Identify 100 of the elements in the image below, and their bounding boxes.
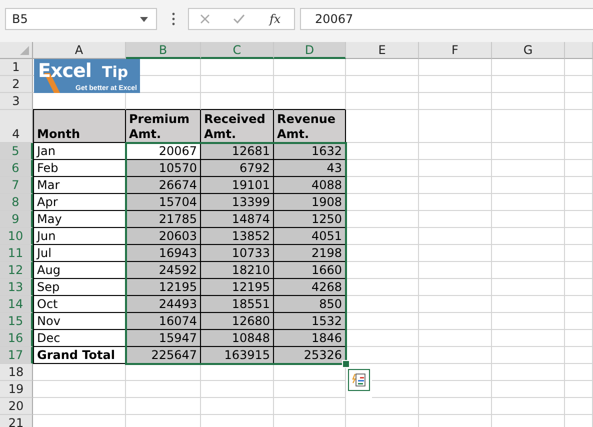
grid-cell[interactable] bbox=[492, 330, 565, 347]
grid-cell[interactable] bbox=[346, 211, 419, 228]
table-cell[interactable]: Jun bbox=[33, 228, 126, 245]
row-header[interactable]: 12 bbox=[0, 262, 33, 279]
insert-function-button[interactable]: fx bbox=[267, 12, 283, 26]
grid-cell[interactable] bbox=[274, 398, 346, 415]
fill-handle[interactable] bbox=[342, 360, 350, 368]
grid-cell[interactable] bbox=[346, 59, 419, 76]
grid-cell[interactable] bbox=[419, 93, 492, 110]
table-cell[interactable]: 4268 bbox=[274, 279, 346, 296]
table-cell[interactable]: 12681 bbox=[201, 143, 274, 160]
grid-cell[interactable] bbox=[346, 296, 419, 313]
table-cell[interactable]: 13399 bbox=[201, 194, 274, 211]
table-cell[interactable]: Grand Total bbox=[33, 347, 126, 364]
table-cell[interactable]: 26674 bbox=[126, 177, 201, 194]
grid-cell[interactable] bbox=[492, 347, 565, 364]
table-cell[interactable]: 1846 bbox=[274, 330, 346, 347]
table-cell[interactable]: Dec bbox=[33, 330, 126, 347]
name-box[interactable]: B5 bbox=[5, 8, 157, 30]
grid-cell[interactable] bbox=[372, 381, 419, 398]
grid-cell[interactable] bbox=[565, 347, 593, 364]
column-header[interactable]: E bbox=[346, 42, 419, 59]
grid-cell[interactable] bbox=[419, 76, 492, 93]
grid-cell[interactable] bbox=[492, 143, 565, 160]
table-cell[interactable]: 4088 bbox=[274, 177, 346, 194]
table-cell[interactable]: 6792 bbox=[201, 160, 274, 177]
grid-cell[interactable] bbox=[565, 76, 593, 93]
row-header[interactable]: 4 bbox=[0, 110, 33, 143]
table-cell[interactable]: 1660 bbox=[274, 262, 346, 279]
grid-cell[interactable] bbox=[126, 398, 201, 415]
select-all-corner[interactable] bbox=[0, 42, 33, 59]
grid-cell[interactable] bbox=[274, 59, 346, 76]
grid-cell[interactable] bbox=[201, 364, 274, 381]
table-cell[interactable]: Apr bbox=[33, 194, 126, 211]
grid-cell[interactable] bbox=[419, 296, 492, 313]
grid-cell[interactable] bbox=[565, 381, 593, 398]
grid-cell[interactable] bbox=[492, 279, 565, 296]
grid-cell[interactable] bbox=[419, 194, 492, 211]
grid-cell[interactable] bbox=[126, 381, 201, 398]
row-header[interactable]: 13 bbox=[0, 279, 33, 296]
grid-cell[interactable] bbox=[565, 279, 593, 296]
grid-cell[interactable] bbox=[419, 177, 492, 194]
more-options-icon[interactable] bbox=[171, 12, 176, 26]
grid-cell[interactable] bbox=[274, 76, 346, 93]
column-header[interactable]: C bbox=[201, 42, 274, 59]
table-cell[interactable]: 19101 bbox=[201, 177, 274, 194]
column-header[interactable]: F bbox=[419, 42, 492, 59]
table-cell[interactable]: 10570 bbox=[126, 160, 201, 177]
row-header[interactable]: 2 bbox=[0, 76, 33, 93]
table-cell[interactable]: 1908 bbox=[274, 194, 346, 211]
table-cell[interactable]: 2198 bbox=[274, 245, 346, 262]
grid-cell[interactable] bbox=[492, 245, 565, 262]
table-cell[interactable]: Sep bbox=[33, 279, 126, 296]
table-cell[interactable]: 225647 bbox=[126, 347, 201, 364]
grid-cell[interactable] bbox=[346, 330, 419, 347]
grid-cell[interactable] bbox=[419, 313, 492, 330]
grid-cell[interactable] bbox=[492, 177, 565, 194]
table-cell[interactable]: 1532 bbox=[274, 313, 346, 330]
grid-cell[interactable] bbox=[346, 398, 419, 415]
table-cell[interactable]: 43 bbox=[274, 160, 346, 177]
grid-cell[interactable] bbox=[346, 76, 419, 93]
table-cell[interactable]: 4051 bbox=[274, 228, 346, 245]
grid-cell[interactable] bbox=[372, 364, 419, 381]
table-cell[interactable]: Premium Amt. bbox=[126, 110, 201, 143]
row-header[interactable]: 5 bbox=[0, 143, 33, 160]
table-cell[interactable]: 15947 bbox=[126, 330, 201, 347]
table-cell[interactable]: Month bbox=[33, 110, 126, 143]
grid-cell[interactable] bbox=[346, 279, 419, 296]
grid-cell[interactable] bbox=[565, 211, 593, 228]
grid-cell[interactable] bbox=[492, 59, 565, 76]
row-header[interactable]: 16 bbox=[0, 330, 33, 347]
grid-cell[interactable] bbox=[565, 194, 593, 211]
table-cell[interactable]: 10848 bbox=[201, 330, 274, 347]
table-cell[interactable]: Nov bbox=[33, 313, 126, 330]
grid-cell[interactable] bbox=[419, 330, 492, 347]
table-cell[interactable]: Mar bbox=[33, 177, 126, 194]
row-header[interactable]: 9 bbox=[0, 211, 33, 228]
grid-cell[interactable] bbox=[492, 398, 565, 415]
grid-cell[interactable] bbox=[346, 245, 419, 262]
column-header[interactable]: G bbox=[492, 42, 565, 59]
grid-cell[interactable] bbox=[565, 313, 593, 330]
table-cell[interactable]: 14874 bbox=[201, 211, 274, 228]
grid-cell[interactable] bbox=[419, 143, 492, 160]
grid-cell[interactable] bbox=[492, 93, 565, 110]
table-cell[interactable]: 24493 bbox=[126, 296, 201, 313]
grid-cell[interactable] bbox=[419, 381, 492, 398]
table-cell[interactable]: 10733 bbox=[201, 245, 274, 262]
grid-cell[interactable] bbox=[346, 177, 419, 194]
grid-cell[interactable] bbox=[492, 194, 565, 211]
grid-cell[interactable] bbox=[419, 160, 492, 177]
grid-cell[interactable] bbox=[565, 59, 593, 76]
grid-cell[interactable] bbox=[346, 110, 419, 143]
grid-cell[interactable] bbox=[492, 211, 565, 228]
table-cell[interactable]: Jan bbox=[33, 143, 126, 160]
table-cell[interactable]: 163915 bbox=[201, 347, 274, 364]
table-cell[interactable]: Received Amt. bbox=[201, 110, 274, 143]
grid-cell[interactable] bbox=[565, 245, 593, 262]
grid-cell[interactable] bbox=[492, 381, 565, 398]
row-header[interactable]: 1 bbox=[0, 59, 33, 76]
column-header[interactable] bbox=[565, 42, 593, 59]
